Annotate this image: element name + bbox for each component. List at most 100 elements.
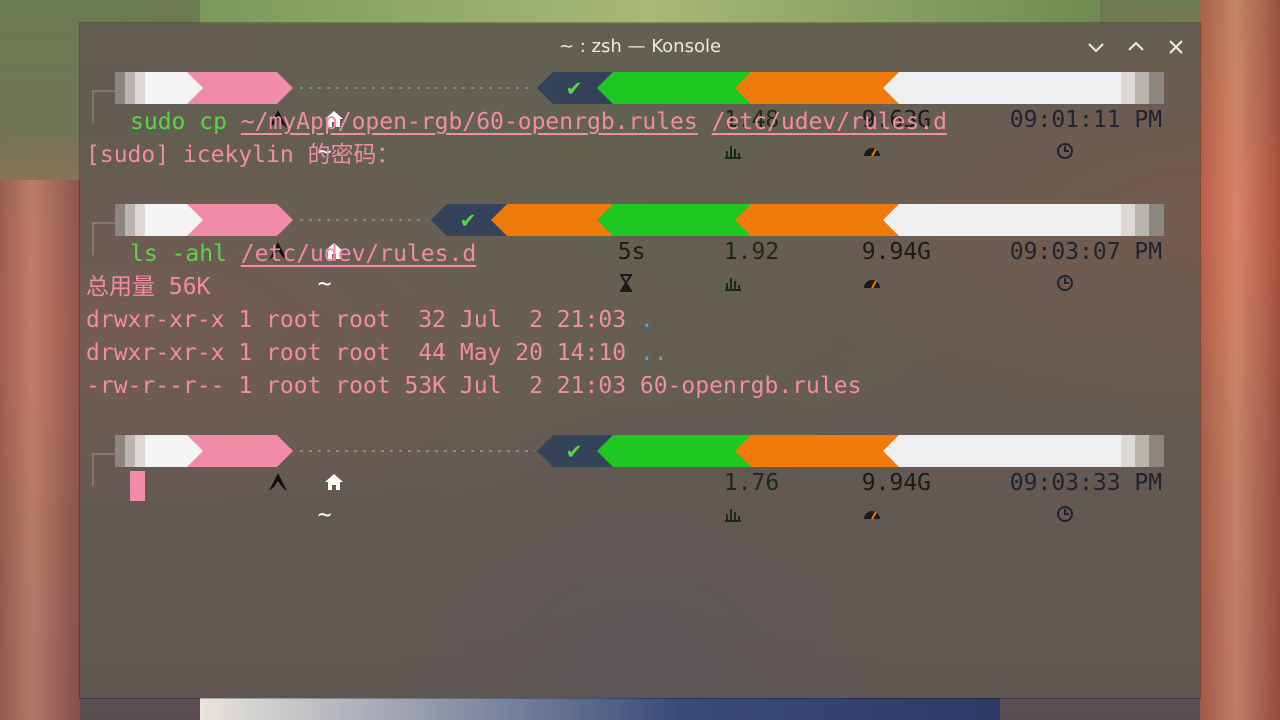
prompt-time: 09:03:33 PM [1009, 470, 1163, 496]
ls-row-meta: drwxr-xr-x 1 root root 44 May 20 14:10 [86, 340, 640, 366]
time-segment: 09:03:33 PM [899, 435, 1162, 522]
separator-arrow [881, 72, 899, 104]
dir-segment: ~ [207, 435, 343, 528]
load-segment: 1.48 [613, 72, 779, 159]
bar-left-cap [115, 72, 145, 104]
prompt-frame-corner [92, 90, 116, 124]
separator-arrow [733, 72, 751, 104]
prompt-bar: ~ ✔ 1.76 9.94G 09:03:33 PM [115, 435, 1164, 528]
ls-row: drwxr-xr-x 1 root root 32 Jul 2 21:03 . [86, 305, 654, 335]
ls-row-name: .. [639, 340, 668, 366]
command-line: sudo cp ~/myApp/open-rgb/60-openrgb.rule… [130, 107, 947, 137]
separator-arrow [537, 72, 553, 104]
load-segment: 1.76 [613, 435, 779, 522]
wallpaper-bottom [200, 698, 1000, 720]
wallpaper-top [200, 0, 1100, 24]
dir-segment: ~ [207, 204, 343, 297]
separator-arrow [277, 204, 293, 236]
prompt-frame-corner [92, 453, 116, 487]
separator-arrow [277, 72, 293, 104]
clock-icon [1057, 274, 1074, 291]
command-arg: ~/myApp/open-rgb/60-openrgb.rules [240, 109, 698, 135]
separator-arrow [187, 204, 207, 236]
prompt-filler [297, 450, 535, 452]
maximize-icon [1128, 41, 1144, 51]
status-segment: ✔ [553, 435, 595, 467]
separator-arrow [733, 204, 751, 236]
current-dir: ~ [317, 271, 332, 297]
gauge-icon [863, 147, 880, 156]
gauge-icon [863, 279, 880, 288]
prompt-bar: ~ ✔ 1.48 9.63G 09:01:11 PM [115, 72, 1164, 165]
bar-chart-icon [724, 145, 741, 159]
bar-right-cap [1121, 204, 1164, 236]
minimize-button[interactable] [1082, 33, 1110, 61]
os-segment [145, 204, 287, 260]
separator-arrow [187, 72, 207, 104]
command-arg: /etc/udev/rules.d [240, 241, 477, 267]
close-icon [1169, 40, 1183, 54]
separator-arrow [881, 204, 899, 236]
ls-row-meta: -rw-r--r-- 1 root root 53K Jul 2 21:03 [86, 373, 640, 399]
prompt-filler [297, 87, 535, 89]
wallpaper-right-post [1200, 0, 1280, 720]
bar-left-cap [115, 435, 145, 467]
time-segment: 09:03:07 PM [899, 204, 1162, 291]
prompt-time: 09:03:07 PM [1009, 239, 1163, 265]
command-line: ls -ahl /etc/udev/rules.d [130, 239, 476, 269]
bar-right-cap [1121, 435, 1164, 467]
ls-row: -rw-r--r-- 1 root root 53K Jul 2 21:03 6… [86, 371, 861, 401]
separator-arrow [431, 204, 447, 236]
command-name: sudo cp [130, 109, 227, 135]
maximize-button[interactable] [1122, 33, 1150, 61]
separator-arrow [595, 72, 613, 104]
current-dir: ~ [317, 502, 332, 528]
separator-arrow [595, 435, 613, 467]
clock-icon [1057, 505, 1074, 522]
os-segment [145, 72, 287, 128]
bar-right-cap [1121, 72, 1164, 104]
separator-arrow [187, 435, 207, 467]
bar-left-cap [115, 204, 145, 236]
command-arg: /etc/udev/rules.d [711, 109, 948, 135]
close-button[interactable] [1162, 33, 1190, 61]
ls-row-meta: drwxr-xr-x 1 root root 32 Jul 2 21:03 [86, 307, 640, 333]
status-segment: ✔ [553, 72, 595, 104]
os-segment [145, 435, 287, 491]
status-segment: ✔ [447, 204, 489, 236]
ls-row: drwxr-xr-x 1 root root 44 May 20 14:10 .… [86, 338, 668, 368]
load-segment: 1.92 [613, 204, 779, 291]
prompt-frame-corner [92, 222, 116, 256]
ls-total: 总用量 56K [86, 274, 211, 300]
time-segment: 09:01:11 PM [899, 72, 1162, 159]
bar-chart-icon [724, 277, 741, 291]
dir-segment: ~ [207, 72, 343, 165]
separator-arrow [733, 435, 751, 467]
konsole-window: ~ : zsh — Konsole ~ ✔ 9.63G 09:01:11 PM … [80, 23, 1200, 698]
terminal-area[interactable]: ~ ✔ 1.48 9.63G 09:01:11 PM sudo cp ~ [80, 71, 1200, 698]
home-icon [324, 473, 343, 490]
text-cursor[interactable] [130, 471, 145, 501]
separator-arrow [277, 435, 293, 467]
command-name: ls -ahl [130, 241, 227, 267]
gauge-icon [863, 510, 880, 519]
clock-icon [1057, 142, 1074, 159]
separator-arrow [881, 435, 899, 467]
ls-row-name: . [639, 307, 654, 333]
ls-row-name: 60-openrgb.rules [639, 373, 862, 399]
separator-arrow [537, 435, 553, 467]
prompt-bar: ~ ✔ 5s 1.92 9.94G 09:03:07 PM [115, 204, 1164, 297]
memory-segment: 9.94G [751, 204, 931, 288]
prompt-time: 09:01:11 PM [1009, 107, 1163, 133]
window-titlebar[interactable]: ~ : zsh — Konsole [80, 23, 1200, 71]
sudo-password-prompt: [sudo] icekylin 的密码： [86, 142, 400, 168]
bar-chart-icon [724, 508, 741, 522]
memory-segment: 9.63G [751, 72, 931, 156]
memory-segment: 9.94G [751, 435, 931, 519]
minimize-icon [1088, 43, 1104, 53]
wallpaper-left-post [0, 180, 80, 720]
separator-arrow [489, 204, 507, 236]
window-title: ~ : zsh — Konsole [558, 36, 722, 57]
prompt-filler [297, 219, 427, 221]
separator-arrow [595, 204, 613, 236]
